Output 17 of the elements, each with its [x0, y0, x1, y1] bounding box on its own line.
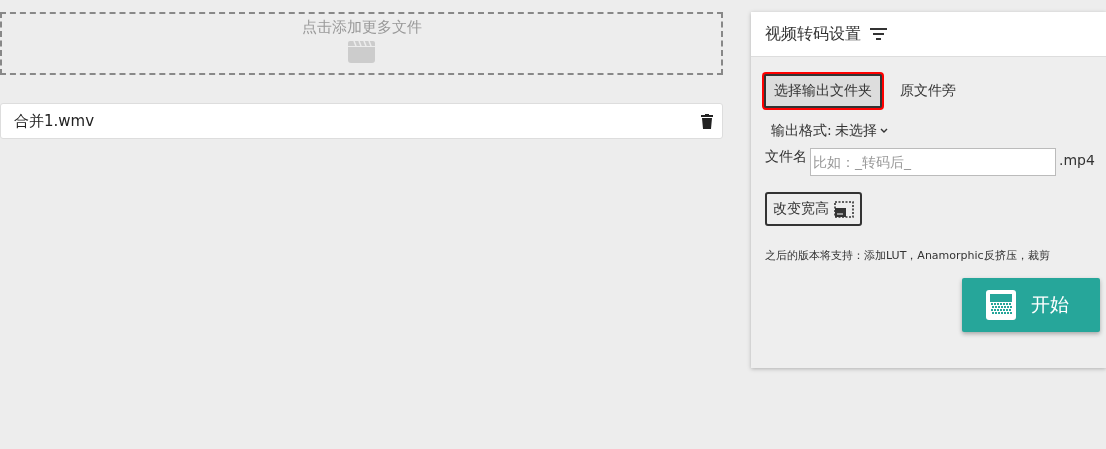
output-format-dropdown[interactable]: 输出格式: 未选择: [771, 122, 1106, 140]
panel-title: 视频转码设置: [765, 23, 861, 45]
output-folder-text: 原文件旁: [900, 82, 956, 100]
extension-text: .mp4: [1059, 151, 1095, 168]
select-folder-button[interactable]: 选择输出文件夹: [764, 74, 882, 108]
filter-icon[interactable]: [870, 28, 887, 40]
filename-field[interactable]: 比如：_转码后_: [810, 148, 1056, 176]
note-text: 之后的版本将支持：添加LUT，Anamorphic反挤压，裁剪: [765, 248, 1051, 263]
file-name: 合并1.wmv: [14, 111, 95, 131]
chevron-down-icon: [879, 128, 888, 134]
clapperboard-icon: [348, 41, 375, 63]
trash-icon[interactable]: [701, 113, 713, 129]
filename-label: 文件名: [765, 148, 807, 166]
file-row[interactable]: 合并1.wmv: [0, 103, 723, 139]
image-frame-icon: [834, 200, 854, 218]
grid-icon: [985, 289, 1017, 321]
resize-button[interactable]: 改变宽高: [765, 192, 862, 226]
